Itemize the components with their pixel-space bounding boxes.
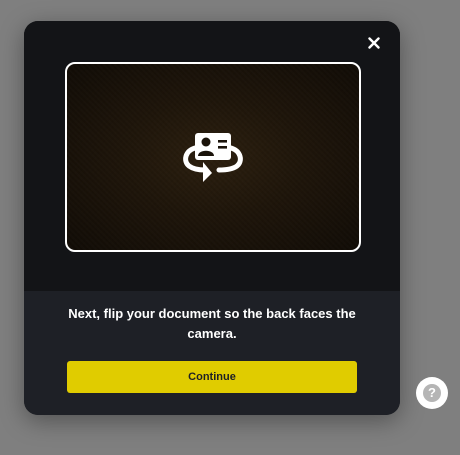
close-button[interactable] (364, 33, 384, 53)
dialog-footer: Next, flip your document so the back fac… (24, 291, 400, 415)
flip-document-dialog: Next, flip your document so the back fac… (24, 21, 400, 415)
continue-button[interactable]: Continue (67, 361, 357, 393)
camera-preview-area (24, 21, 400, 291)
close-icon (368, 37, 380, 49)
question-mark-icon: ? (423, 384, 441, 402)
document-frame (65, 62, 361, 252)
instruction-text: Next, flip your document so the back fac… (68, 306, 356, 341)
help-button[interactable]: ? (416, 377, 448, 409)
document-flip-icon (183, 133, 243, 182)
